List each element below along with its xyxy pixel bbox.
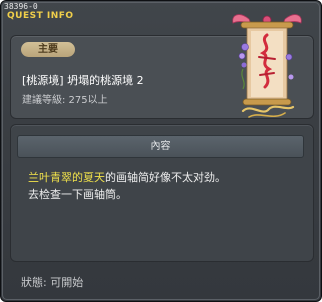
quest-info-window: 38396-0 QUEST INFO 主要 [桃源境] 坍塌的桃源境 2 建議等… [0, 0, 322, 302]
description-line-1: 兰叶青翠的夏天的画轴简好像不太对劲。 [28, 169, 226, 185]
description-line-2: 去检查一下画轴筒。 [28, 188, 127, 201]
quest-scroll-icon [232, 14, 302, 118]
window-title: QUEST INFO [7, 11, 74, 21]
description-line-1-text: 的画轴简好像不太对劲。 [105, 171, 226, 184]
quest-content-panel: 內容 兰叶青翠的夏天的画轴简好像不太对劲。 去检查一下画轴筒。 [10, 124, 314, 262]
description-highlight: 兰叶青翠的夏天 [28, 171, 105, 184]
quest-id: 38396-0 [4, 2, 38, 11]
quest-type-badge: 主要 [21, 42, 75, 57]
quest-status: 狀態: 可開始 [21, 276, 84, 289]
content-header: 內容 [17, 135, 304, 158]
recommended-level: 建議等級: 275以上 [22, 95, 108, 106]
quest-name: [桃源境] 坍塌的桃源境 2 [22, 74, 144, 87]
